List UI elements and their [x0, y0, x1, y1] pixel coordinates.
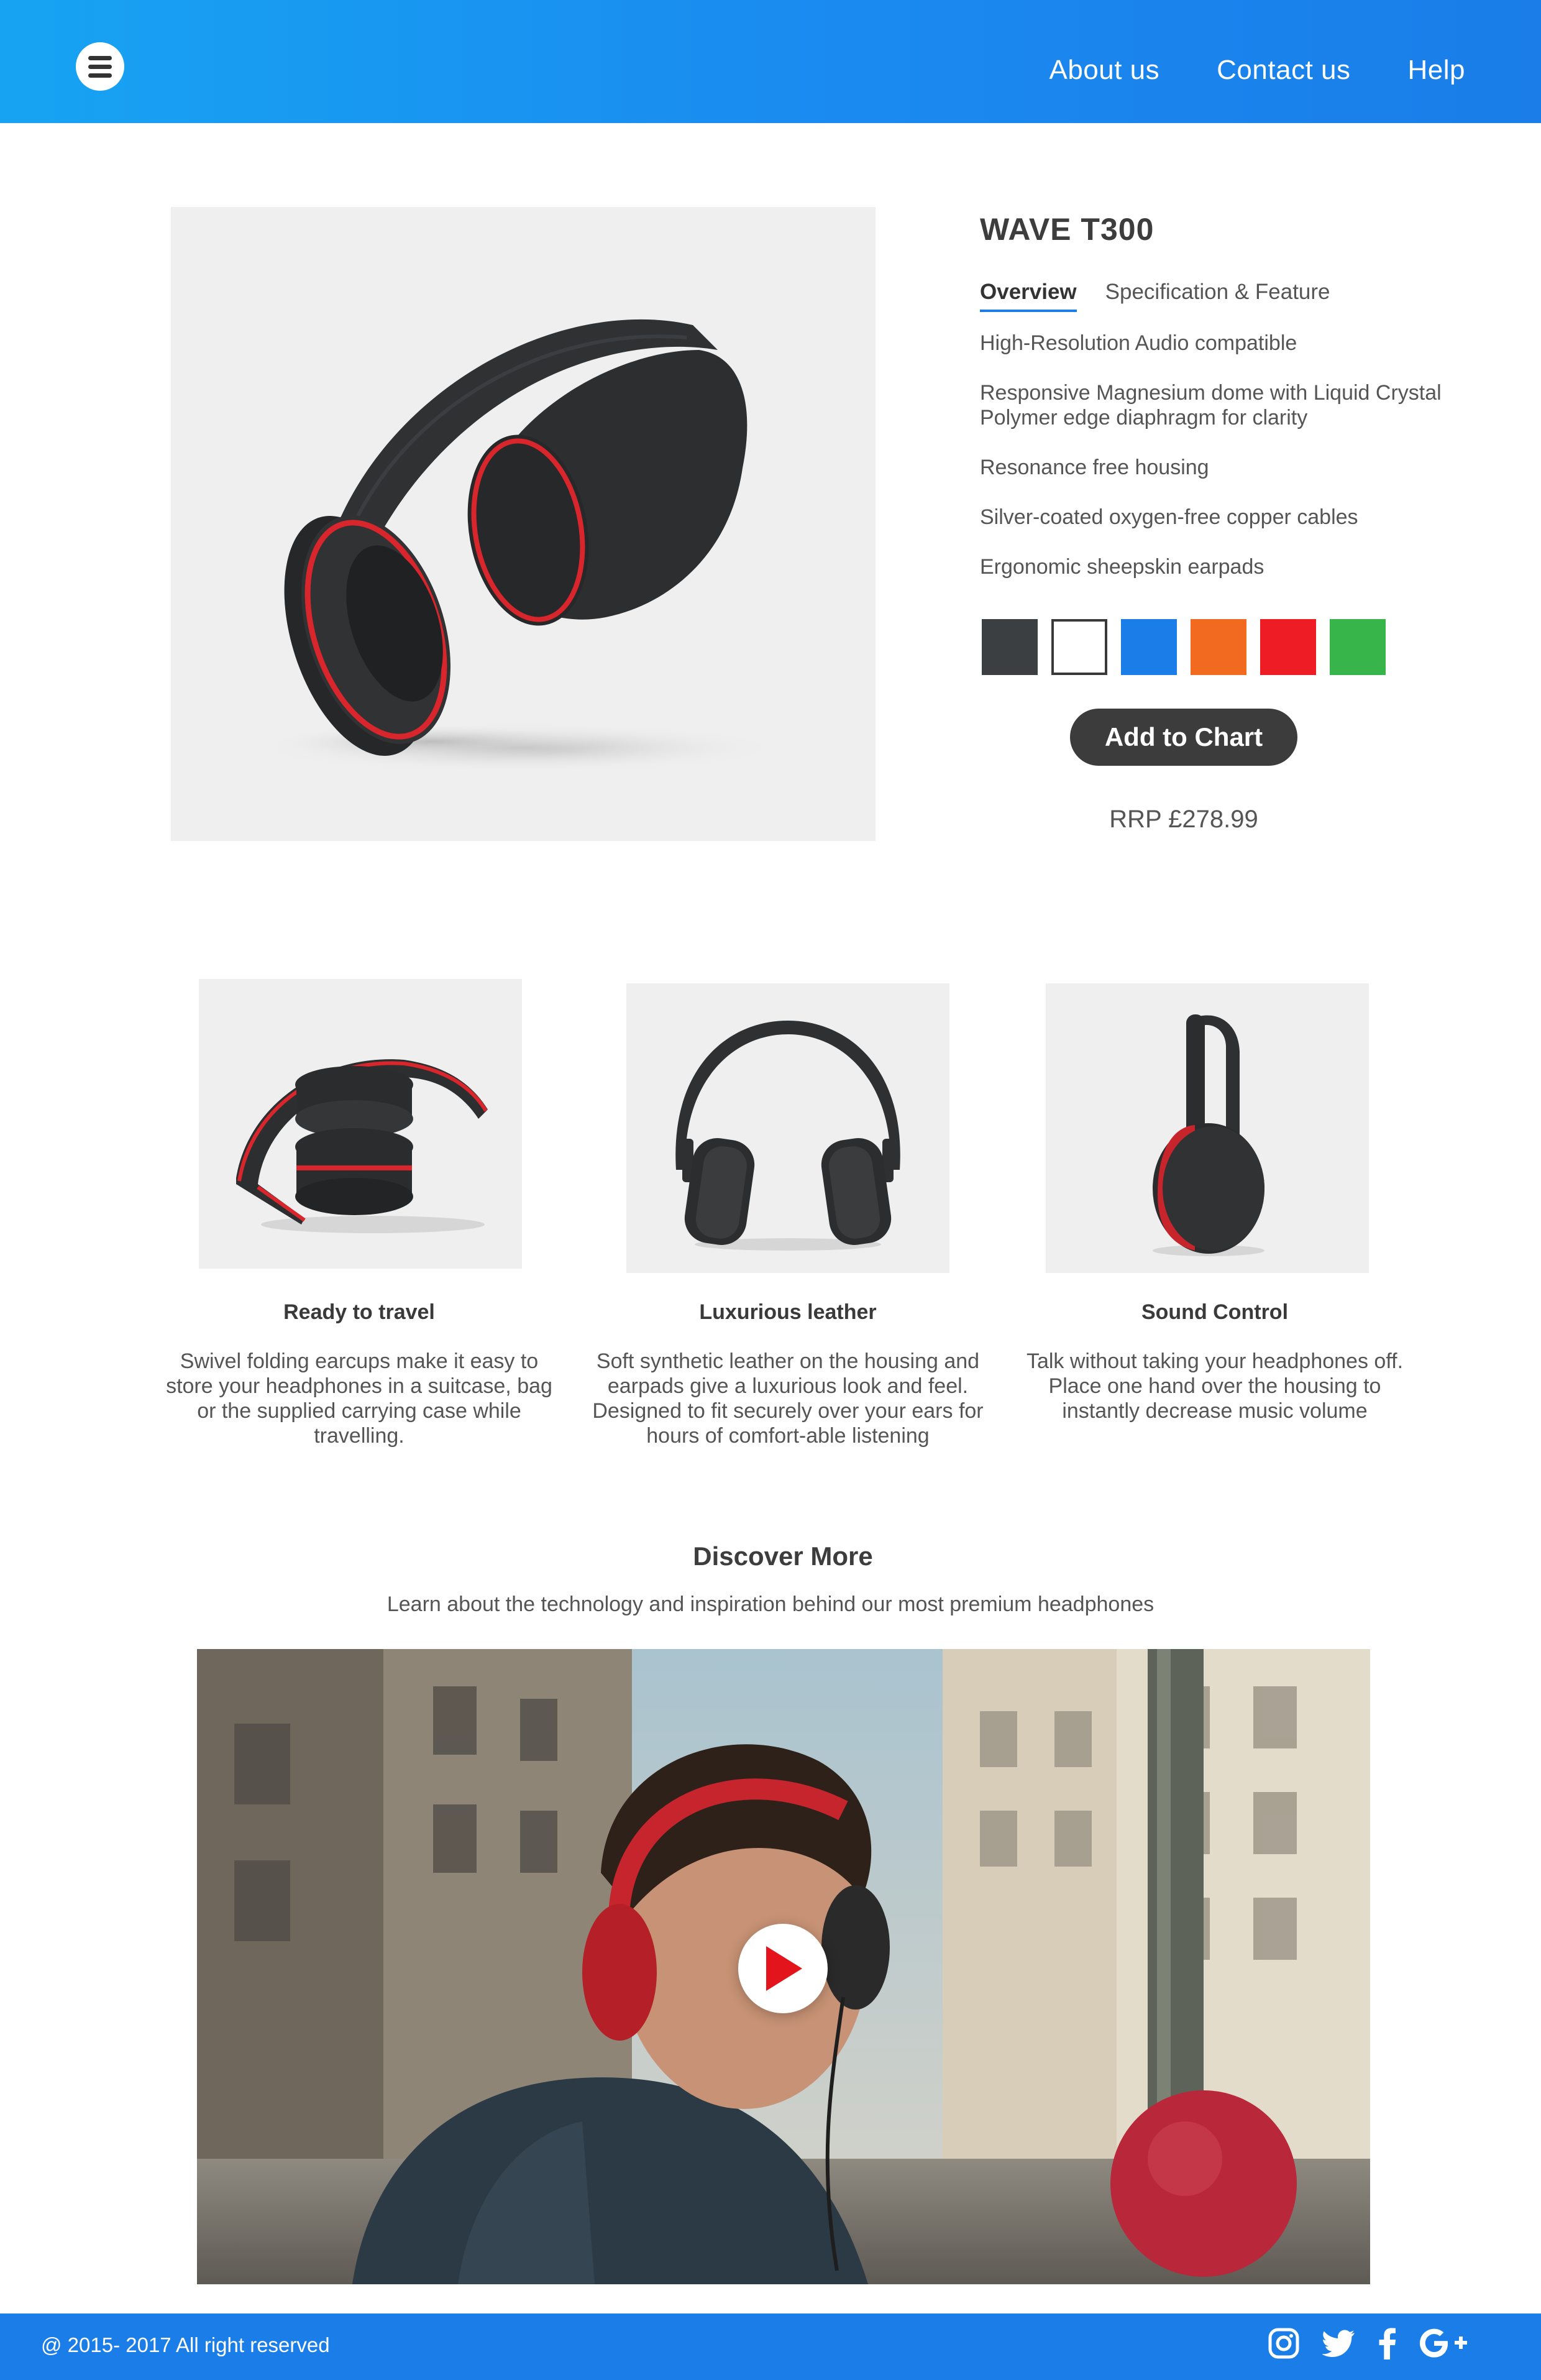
product-title: WAVE T300 [980, 212, 1155, 247]
nav-contact-us[interactable]: Contact us [1217, 55, 1350, 86]
color-swatch-orange[interactable] [1191, 619, 1246, 675]
play-icon [766, 1946, 802, 1991]
copyright-text: @ 2015- 2017 All right reserved [41, 2333, 330, 2356]
headphones-illustration [252, 319, 786, 773]
nav-about-us[interactable]: About us [1049, 55, 1159, 86]
side-headphones-illustration [1153, 1014, 1264, 1256]
card-text-luxurious-leather: Soft synthetic leather on the housing an… [592, 1349, 984, 1448]
folded-headphones-illustration [236, 1059, 488, 1233]
feature-item: High-Resolution Audio compatible [980, 331, 1297, 355]
facebook-icon[interactable] [1378, 2327, 1397, 2359]
feature-item: Resonance free housing [980, 456, 1209, 479]
site-footer: @ 2015- 2017 All right reserved [0, 2313, 1541, 2380]
card-text-ready-to-travel: Swivel folding earcups make it easy to s… [166, 1349, 552, 1448]
color-swatch-red[interactable] [1260, 619, 1316, 675]
color-swatches [982, 619, 1386, 675]
color-swatch-green[interactable] [1330, 619, 1386, 675]
google-plus-icon[interactable] [1419, 2328, 1468, 2359]
instagram-icon[interactable] [1268, 2327, 1300, 2359]
color-swatch-dark-gray[interactable] [982, 619, 1038, 675]
play-button[interactable] [738, 1924, 828, 2013]
feature-item: Responsive Magnesium dome with Liquid Cr… [980, 381, 1442, 430]
feature-list: High-Resolution Audio compatible Respons… [980, 331, 1465, 604]
tab-specification-feature[interactable]: Specification & Feature [1105, 280, 1330, 312]
card-title-luxurious-leather: Luxurious leather [699, 1300, 877, 1324]
product-hero-image [171, 207, 876, 841]
card-title-ready-to-travel: Ready to travel [283, 1300, 435, 1324]
front-headphones-illustration [675, 1021, 900, 1251]
menu-icon-bar [88, 73, 112, 78]
card-image-ready-to-travel [199, 979, 522, 1269]
video-player[interactable] [197, 1649, 1370, 2284]
card-title-sound-control: Sound Control [1141, 1300, 1289, 1324]
site-header: About us Contact us Help [0, 0, 1541, 123]
hamburger-menu-button[interactable] [76, 42, 124, 91]
product-price: RRP £278.99 [1109, 806, 1258, 833]
product-tabs: Overview Specification & Feature [980, 280, 1330, 312]
color-swatch-blue[interactable] [1121, 619, 1177, 675]
menu-icon-bar [88, 64, 112, 69]
main-nav: About us Contact us Help [1049, 55, 1465, 86]
social-links [1268, 2327, 1468, 2359]
color-swatch-white[interactable] [1051, 619, 1107, 675]
tab-overview[interactable]: Overview [980, 280, 1077, 312]
discover-subtitle: Learn about the technology and inspirati… [386, 1592, 1155, 1616]
feature-item: Silver-coated oxygen-free copper cables [980, 505, 1358, 529]
add-to-chart-button[interactable]: Add to Chart [1070, 709, 1297, 766]
nav-help[interactable]: Help [1408, 55, 1466, 86]
twitter-icon[interactable] [1322, 2329, 1356, 2358]
card-text-sound-control: Talk without taking your headphones off.… [1026, 1349, 1404, 1423]
card-image-sound-control [1046, 983, 1369, 1273]
feature-item: Ergonomic sheepskin earpads [980, 555, 1264, 579]
menu-icon-bar [88, 55, 112, 60]
discover-title: Discover More [693, 1541, 873, 1571]
card-image-luxurious-leather [626, 983, 949, 1273]
